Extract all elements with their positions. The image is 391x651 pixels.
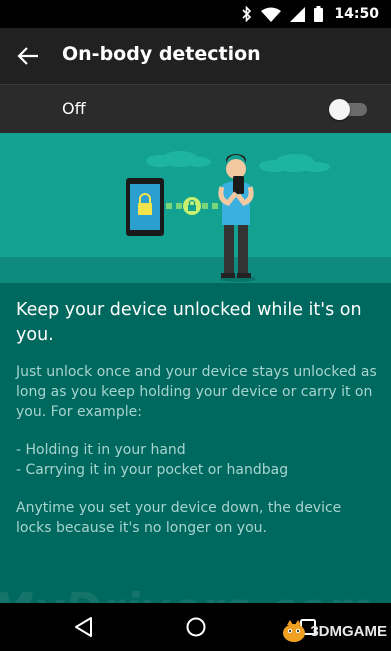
- list-item: - Carrying it in your pocket or handbag: [16, 462, 289, 478]
- example-list: - Holding it in your hand - Carrying it …: [16, 440, 378, 480]
- description-panel: Keep your device unlocked while it's on …: [0, 283, 391, 603]
- on-body-illustration: [0, 133, 391, 283]
- intro-paragraph: Just unlock once and your device stays u…: [16, 364, 377, 420]
- wifi-icon: [261, 7, 282, 22]
- master-switch-bar[interactable]: Off: [0, 84, 391, 133]
- headline: Keep your device unlocked while it's on …: [16, 300, 362, 345]
- toggle-thumb: [329, 99, 350, 120]
- switch-label: Off: [62, 99, 86, 118]
- status-bar: 14:50: [0, 0, 391, 28]
- signal-icon: [290, 6, 306, 22]
- on-off-toggle[interactable]: [329, 99, 367, 120]
- home-circle-icon[interactable]: [184, 615, 208, 639]
- app-bar: On-body detection: [0, 28, 391, 84]
- mascot-logo-icon: [283, 620, 306, 642]
- screen: 14:50 On-body detection Off Keep your de…: [0, 0, 391, 651]
- status-icons: 14:50: [242, 4, 379, 24]
- back-triangle-icon[interactable]: [72, 615, 96, 639]
- brand-text: 3DMGAME: [310, 622, 387, 640]
- bluetooth-icon: [242, 6, 252, 22]
- battery-icon: [314, 6, 324, 22]
- tablet-icon: [126, 178, 164, 236]
- clock: 14:50: [334, 6, 379, 22]
- footer-paragraph: Anytime you set your device down, the de…: [16, 500, 342, 536]
- list-item: - Holding it in your hand: [16, 442, 186, 458]
- arrow-back-icon[interactable]: [15, 42, 43, 70]
- brand-watermark: 3DMGAME: [281, 619, 387, 643]
- page-title: On-body detection: [62, 43, 261, 65]
